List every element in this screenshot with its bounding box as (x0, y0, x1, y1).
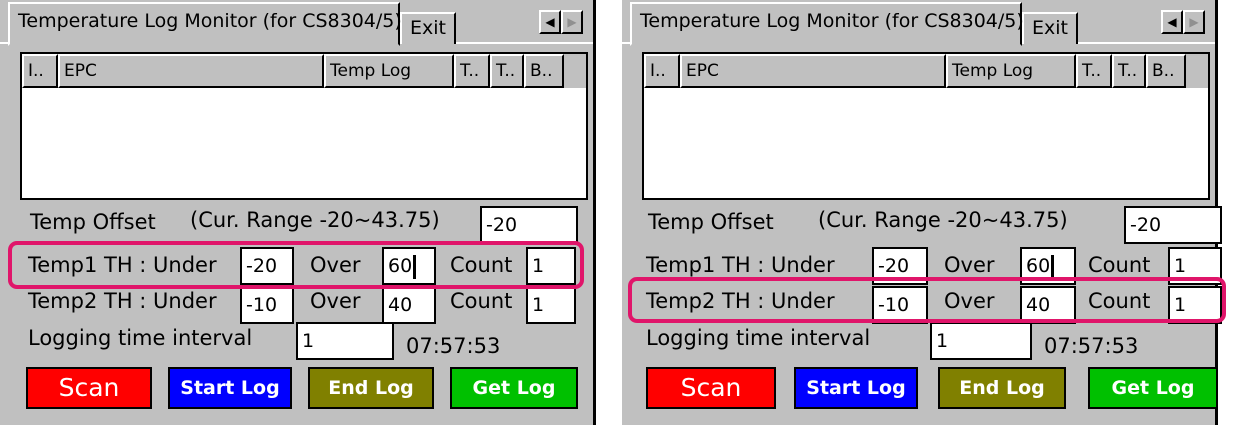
tab-temperature-log-monitor[interactable]: Temperature Log Monitor (for CS8304/5) (630, 2, 1024, 46)
highlight-box-temp2 (628, 277, 1226, 323)
list-header: I.. EPC Temp Log T.. T.. B.. (22, 54, 586, 88)
column-header-temp-log[interactable]: Temp Log (946, 54, 1076, 88)
temp1-over-label: Over (944, 253, 995, 277)
left-screenshot-panel: Temperature Log Monitor (for CS8304/5) E… (0, 0, 596, 425)
tag-list-view[interactable]: I.. EPC Temp Log T.. T.. B.. (20, 52, 588, 200)
temp1-count-label: Count (1088, 253, 1151, 277)
temp2-under-input[interactable]: -10 (240, 286, 294, 324)
right-arrow-icon[interactable]: ▶ (561, 10, 583, 34)
left-arrow-icon[interactable]: ◀ (1161, 10, 1183, 34)
tab-temperature-log-monitor[interactable]: Temperature Log Monitor (for CS8304/5) (8, 2, 402, 46)
highlight-box-temp1 (8, 241, 584, 289)
logging-interval-label: Logging time interval (28, 326, 253, 350)
temp2-th-label: Temp2 TH : Under (28, 289, 217, 313)
clock-time: 07:57:53 (1044, 334, 1139, 358)
column-header-t2[interactable]: T.. (1112, 54, 1146, 88)
tab-exit[interactable]: Exit (1022, 12, 1078, 44)
tab-bar: Temperature Log Monitor (for CS8304/5) E… (622, 0, 1215, 46)
logging-interval-input[interactable]: 1 (296, 322, 394, 360)
get-log-button[interactable]: Get Log (450, 367, 578, 409)
scan-button[interactable]: Scan (646, 367, 776, 409)
end-log-button[interactable]: End Log (938, 367, 1066, 409)
column-header-epc[interactable]: EPC (680, 54, 946, 88)
column-header-t1[interactable]: T.. (1076, 54, 1112, 88)
temp2-count-input[interactable]: 1 (526, 286, 576, 324)
logging-interval-label: Logging time interval (646, 326, 871, 350)
list-header: I.. EPC Temp Log T.. T.. B.. (644, 54, 1208, 88)
column-header-temp-log[interactable]: Temp Log (324, 54, 454, 88)
column-header-b[interactable]: B.. (1146, 54, 1186, 88)
column-header-epc[interactable]: EPC (58, 54, 324, 88)
text-caret (1051, 254, 1055, 279)
temp-offset-label: Temp Offset (648, 210, 774, 234)
column-header-index[interactable]: I.. (22, 54, 58, 88)
clock-time: 07:57:53 (406, 334, 501, 358)
tab-exit[interactable]: Exit (400, 12, 456, 44)
temp-offset-input[interactable]: -20 (480, 206, 578, 244)
temp-offset-label: Temp Offset (30, 210, 156, 234)
column-header-t2[interactable]: T.. (490, 54, 524, 88)
scan-button[interactable]: Scan (26, 367, 152, 409)
start-log-button[interactable]: Start Log (168, 367, 292, 409)
tab-scroll-arrows: ◀ ▶ (539, 10, 583, 34)
end-log-button[interactable]: End Log (308, 367, 434, 409)
temp1-th-label: Temp1 TH : Under (646, 253, 835, 277)
temp2-count-label: Count (450, 289, 513, 313)
logging-interval-input[interactable]: 1 (930, 322, 1032, 360)
left-arrow-icon[interactable]: ◀ (539, 10, 561, 34)
right-screenshot-panel: Temperature Log Monitor (for CS8304/5) E… (622, 0, 1226, 425)
start-log-button[interactable]: Start Log (794, 367, 918, 409)
temp-offset-input[interactable]: -20 (1124, 206, 1222, 244)
tab-bar: Temperature Log Monitor (for CS8304/5) E… (0, 0, 593, 46)
temp-offset-range: (Cur. Range -20~43.75) (190, 208, 440, 232)
column-header-index[interactable]: I.. (644, 54, 680, 88)
tag-list-view[interactable]: I.. EPC Temp Log T.. T.. B.. (642, 52, 1210, 200)
get-log-button[interactable]: Get Log (1088, 367, 1218, 409)
temp2-over-label: Over (310, 289, 361, 313)
right-arrow-icon[interactable]: ▶ (1183, 10, 1205, 34)
temp-offset-range: (Cur. Range -20~43.75) (818, 208, 1068, 232)
temp2-over-input[interactable]: 40 (382, 286, 436, 324)
column-header-b[interactable]: B.. (524, 54, 564, 88)
temp1-over-value: 60 (1026, 255, 1051, 277)
tab-scroll-arrows: ◀ ▶ (1161, 10, 1205, 34)
column-header-t1[interactable]: T.. (454, 54, 490, 88)
